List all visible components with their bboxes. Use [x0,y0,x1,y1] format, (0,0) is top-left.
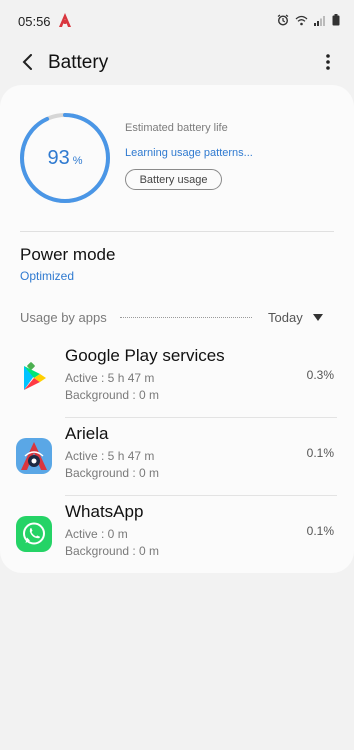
app-name: WhatsApp [65,502,144,521]
ariela-icon [16,438,52,474]
app-active-time: Active : 0 m [65,527,128,541]
app-row-ariela[interactable]: Ariela Active : 5 h 47 m Background : 0 … [0,418,354,496]
google-play-services-icon [24,362,46,390]
app-usage-percent: 0.3% [306,368,334,382]
battery-status-icon [332,14,340,26]
battery-percent-unit: % [72,155,83,167]
app-name: Google Play services [65,346,225,365]
power-mode-row[interactable]: Power mode Optimized [20,245,334,285]
estimated-life-label: Estimated battery life [125,122,228,134]
app-bar: Battery [0,42,354,82]
period-label: Today [268,310,303,325]
whatsapp-icon [16,516,52,552]
battery-percent-display: 93 % [19,112,111,204]
battery-usage-button[interactable]: Battery usage [125,169,222,190]
app-usage-percent: 0.1% [306,446,334,460]
battery-card: 93 % Estimated battery life Learning usa… [0,85,354,573]
app-usage-percent: 0.1% [306,524,334,538]
wifi-icon [295,15,308,25]
app-row-whatsapp[interactable]: WhatsApp Active : 0 m Background : 0 m 0… [0,496,354,574]
app-name: Ariela [65,424,109,443]
app-active-time: Active : 5 h 47 m [65,371,155,385]
page-title: Battery [48,52,109,73]
divider [20,231,334,232]
status-icons [277,14,340,26]
app-background-time: Background : 0 m [65,466,160,480]
usage-by-apps-label: Usage by apps [20,310,107,325]
learning-usage-text: Learning usage patterns... [125,147,253,159]
period-dropdown[interactable]: Today [268,310,323,325]
app-row-google-play-services[interactable]: Google Play services Active : 5 h 47 m B… [0,340,354,418]
back-arrow-icon [22,54,32,70]
power-mode-title: Power mode [20,245,116,264]
status-time: 05:56 [18,14,51,29]
more-options-button[interactable] [316,50,340,74]
dropdown-arrow-icon [312,314,323,321]
app-active-time: Active : 5 h 47 m [65,449,155,463]
battery-percent: 93 [47,146,70,169]
usage-header: Usage by apps Today [20,310,334,330]
status-bar: 05:56 [0,0,354,42]
ariela-status-icon [59,13,71,27]
app-background-time: Background : 0 m [65,388,160,402]
app-background-time: Background : 0 m [65,544,160,558]
alarm-icon [277,14,289,26]
power-mode-value: Optimized [20,269,75,283]
back-button[interactable] [16,50,40,74]
dotted-divider [120,317,252,318]
signal-icon [314,15,325,26]
more-vertical-icon [326,54,330,70]
